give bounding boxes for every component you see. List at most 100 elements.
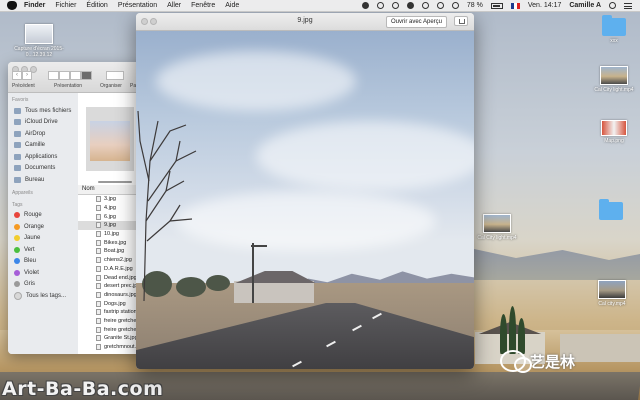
file-name: freire gretchen bbox=[104, 326, 140, 333]
file-icon bbox=[96, 196, 101, 203]
back-arrow-icon[interactable]: ‹ bbox=[12, 71, 22, 80]
all-files-icon bbox=[14, 107, 21, 114]
file-icon bbox=[96, 257, 101, 264]
menu-aide[interactable]: Aide bbox=[225, 2, 239, 9]
tag-label: Violet bbox=[24, 269, 39, 276]
airdrop-icon bbox=[14, 130, 21, 137]
open-with-preview-button[interactable]: Ouvrir avec Aperçu bbox=[386, 16, 448, 28]
menu-bar: Finder Fichier Édition Présentation Alle… bbox=[0, 0, 640, 12]
menu-fenetre[interactable]: Fenêtre bbox=[191, 2, 215, 9]
sidebar-item-home[interactable]: Camille bbox=[8, 140, 78, 152]
sidebar-item-airdrop[interactable]: AirDrop bbox=[8, 128, 78, 140]
desktop-trees bbox=[498, 306, 528, 354]
coverflow-scrollbar[interactable] bbox=[98, 181, 132, 183]
status-icon-5[interactable] bbox=[421, 2, 429, 9]
sidebar-item-applications[interactable]: Applications bbox=[8, 151, 78, 163]
sidebar-tag-purple[interactable]: Violet bbox=[8, 267, 78, 279]
column-view-button[interactable] bbox=[70, 71, 81, 80]
tag-label: Rouge bbox=[24, 212, 42, 219]
file-name: 6.jpg bbox=[104, 213, 116, 220]
status-icon-4[interactable] bbox=[406, 2, 414, 9]
coverflow-view-button[interactable] bbox=[81, 71, 92, 80]
sidebar-item-desktop[interactable]: Bureau bbox=[8, 174, 78, 186]
file-name: 4.jpg bbox=[104, 205, 116, 212]
menu-presentation[interactable]: Présentation bbox=[118, 2, 157, 9]
status-icon-3[interactable] bbox=[391, 2, 399, 9]
sidebar-tag-yellow[interactable]: Jaune bbox=[8, 233, 78, 245]
file-name: freire gretchen bbox=[104, 317, 140, 324]
battery-icon[interactable] bbox=[490, 2, 503, 9]
file-name: dinosaurs.jpg bbox=[104, 291, 137, 298]
nav-buttons: ‹ › bbox=[12, 71, 32, 80]
coverflow-preview bbox=[86, 107, 134, 171]
desktop-item-label: xxx bbox=[610, 38, 618, 44]
menu-aller[interactable]: Aller bbox=[167, 2, 181, 9]
sidebar-tag-green[interactable]: Vert bbox=[8, 244, 78, 256]
desktop-item-video-2[interactable]: Cal City light.mp4 bbox=[474, 214, 520, 241]
file-icon bbox=[96, 335, 101, 342]
forward-arrow-icon[interactable]: › bbox=[22, 71, 32, 80]
sidebar-tag-red[interactable]: Rouge bbox=[8, 210, 78, 222]
sidebar-item-label: AirDrop bbox=[25, 130, 46, 137]
tag-dot-icon bbox=[14, 246, 20, 253]
file-name: 9.jpg bbox=[104, 222, 116, 229]
photo-bush bbox=[206, 275, 230, 291]
desktop-item-video-1[interactable]: Cal City light.mp4 bbox=[592, 66, 636, 93]
sidebar-all-tags[interactable]: Tous les tags... bbox=[8, 290, 78, 302]
sidebar-item-icloud[interactable]: iCloud Drive bbox=[8, 117, 78, 129]
site-watermark: Art-Ba-Ba.com bbox=[2, 378, 164, 400]
file-icon bbox=[96, 291, 101, 298]
video-thumb bbox=[598, 280, 626, 299]
wechat-icon bbox=[500, 350, 532, 373]
desktop-item-folder-xxx[interactable]: xxx bbox=[596, 15, 632, 44]
sidebar-item-documents[interactable]: Documents bbox=[8, 163, 78, 175]
desktop-icon bbox=[14, 176, 21, 183]
file-name: Granite St.jpg bbox=[104, 335, 138, 342]
menu-edition[interactable]: Édition bbox=[86, 2, 107, 9]
video-thumb bbox=[600, 66, 628, 85]
home-icon bbox=[14, 142, 21, 149]
status-icon-1[interactable] bbox=[361, 2, 369, 9]
tag-dot-icon bbox=[14, 235, 20, 242]
tag-dot-icon bbox=[14, 212, 20, 219]
keyboard-flag-icon[interactable] bbox=[510, 2, 520, 9]
apple-menu-icon[interactable] bbox=[7, 1, 17, 10]
sidebar-tag-orange[interactable]: Orange bbox=[8, 221, 78, 233]
desktop-item-folder[interactable] bbox=[596, 199, 626, 222]
menu-fichier[interactable]: Fichier bbox=[55, 2, 76, 9]
user-name[interactable]: Camille A bbox=[569, 2, 601, 9]
image-thumb bbox=[601, 120, 627, 136]
notification-center-icon[interactable] bbox=[624, 2, 632, 9]
file-name: Dead end.jpg bbox=[104, 274, 137, 281]
menu-app-name[interactable]: Finder bbox=[24, 2, 45, 9]
wifi-icon[interactable] bbox=[436, 2, 444, 9]
file-icon bbox=[96, 317, 101, 324]
share-icon[interactable] bbox=[454, 16, 468, 26]
clock[interactable]: Ven. 14:17 bbox=[528, 2, 561, 9]
sidebar-tag-gray[interactable]: Gris bbox=[8, 279, 78, 291]
file-icon bbox=[96, 300, 101, 307]
volume-icon[interactable] bbox=[451, 2, 459, 9]
view-label: Présentation bbox=[54, 83, 83, 89]
file-icon bbox=[96, 222, 101, 229]
sidebar-tag-blue[interactable]: Bleu bbox=[8, 256, 78, 268]
desktop-item-map[interactable]: Map.png bbox=[594, 120, 634, 144]
screenshot-thumb bbox=[25, 24, 53, 44]
status-icon-2[interactable] bbox=[376, 2, 384, 9]
file-icon bbox=[96, 248, 101, 255]
photo-bare-tree bbox=[137, 110, 197, 301]
list-view-button[interactable] bbox=[59, 71, 70, 80]
video-thumb bbox=[483, 214, 511, 233]
wechat-watermark: 艺是林 bbox=[500, 350, 575, 373]
sidebar-item-all-files[interactable]: Tous mes fichiers bbox=[8, 105, 78, 117]
desktop-item-video-3[interactable]: Cal city.mp4 bbox=[590, 280, 634, 307]
applications-icon bbox=[14, 153, 21, 160]
battery-percent[interactable]: 78 % bbox=[467, 2, 483, 9]
desktop-item-screenshot[interactable]: Capture d'écran 2015-0...12.39.12 bbox=[14, 24, 64, 58]
icon-view-button[interactable] bbox=[48, 71, 59, 80]
cloud-shape bbox=[256, 121, 474, 191]
spotlight-icon[interactable] bbox=[609, 2, 616, 9]
arrange-button[interactable] bbox=[106, 71, 124, 80]
tag-dot-icon bbox=[14, 269, 20, 276]
sidebar-item-label: Bureau bbox=[25, 176, 45, 183]
